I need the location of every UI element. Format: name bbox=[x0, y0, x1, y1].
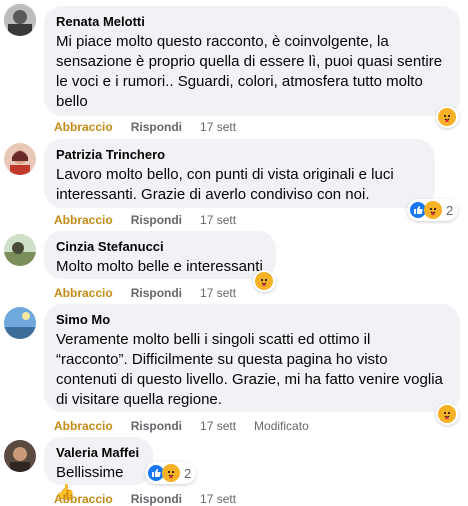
reaction-summary[interactable] bbox=[436, 403, 459, 425]
reaction-summary[interactable]: 2 bbox=[407, 199, 459, 221]
care-reaction-button[interactable]: Abbraccio bbox=[54, 491, 113, 506]
reaction-summary[interactable]: 2 bbox=[145, 462, 197, 484]
reply-button[interactable]: Rispondi bbox=[131, 212, 182, 228]
avatar[interactable] bbox=[4, 4, 36, 36]
care-emoji-icon bbox=[424, 201, 442, 219]
comment-text: Mi piace molto questo racconto, è coinvo… bbox=[56, 33, 443, 110]
comment-time[interactable]: 17 sett bbox=[200, 418, 236, 434]
comment-bubble: Simo Mo Veramente molto belli i singoli … bbox=[44, 304, 460, 412]
comment-actions: Abbraccio Rispondi 17 sett bbox=[54, 285, 254, 301]
reply-button[interactable]: Rispondi bbox=[131, 418, 182, 434]
comment-text: Veramente molto belli i singoli scatti e… bbox=[56, 331, 443, 408]
care-reaction-button[interactable]: Abbraccio bbox=[54, 418, 113, 434]
avatar[interactable] bbox=[4, 307, 36, 339]
care-emoji-icon bbox=[255, 272, 273, 290]
comment-time[interactable]: 17 sett bbox=[200, 491, 236, 506]
comment-author[interactable]: Renata Melotti bbox=[56, 14, 448, 30]
comment-author[interactable]: Simo Mo bbox=[56, 312, 448, 328]
comment-time[interactable]: 17 sett bbox=[200, 212, 236, 228]
comment-actions: Abbraccio Rispondi 17 sett Modificato bbox=[54, 418, 309, 434]
comment-bubble: Renata Melotti Mi piace molto questo rac… bbox=[44, 6, 460, 116]
comment-bubble: Patrizia Trinchero Lavoro molto bello, c… bbox=[44, 139, 435, 208]
comment-actions: Abbraccio Rispondi 17 sett bbox=[54, 491, 254, 506]
avatar[interactable] bbox=[4, 234, 36, 266]
comment-time[interactable]: 17 sett bbox=[200, 119, 236, 135]
reaction-summary[interactable] bbox=[436, 106, 459, 128]
comment-time[interactable]: 17 sett bbox=[200, 285, 236, 301]
reply-button[interactable]: Rispondi bbox=[131, 285, 182, 301]
care-emoji-icon bbox=[438, 108, 456, 126]
care-emoji-icon bbox=[438, 405, 456, 423]
comment-author[interactable]: Cinzia Stefanucci bbox=[56, 239, 264, 255]
care-emoji-icon bbox=[162, 464, 180, 482]
avatar[interactable] bbox=[4, 440, 36, 472]
avatar[interactable] bbox=[4, 143, 36, 175]
comment-author[interactable]: Patrizia Trinchero bbox=[56, 147, 423, 163]
comment-actions: Abbraccio Rispondi 17 sett bbox=[54, 212, 254, 228]
comment-text: Molto molto belle e interessanti bbox=[56, 258, 263, 275]
care-reaction-button[interactable]: Abbraccio bbox=[54, 212, 113, 228]
reaction-summary[interactable] bbox=[253, 270, 276, 292]
care-reaction-button[interactable]: Abbraccio bbox=[54, 119, 113, 135]
comment-text: Lavoro molto bello, con punti di vista o… bbox=[56, 166, 394, 203]
comment-bubble: Cinzia Stefanucci Molto molto belle e in… bbox=[44, 231, 276, 279]
care-reaction-button[interactable]: Abbraccio bbox=[54, 285, 113, 301]
comment-author[interactable]: Valeria Maffei bbox=[56, 445, 141, 461]
reply-button[interactable]: Rispondi bbox=[131, 491, 182, 506]
reaction-count: 2 bbox=[446, 202, 454, 218]
comment-actions: Abbraccio Rispondi 17 sett bbox=[54, 119, 254, 135]
comment-bubble: Valeria Maffei Bellissime 👍 bbox=[44, 437, 153, 501]
edited-label[interactable]: Modificato bbox=[254, 418, 309, 434]
reaction-count: 2 bbox=[184, 465, 192, 481]
reply-button[interactable]: Rispondi bbox=[131, 119, 182, 135]
